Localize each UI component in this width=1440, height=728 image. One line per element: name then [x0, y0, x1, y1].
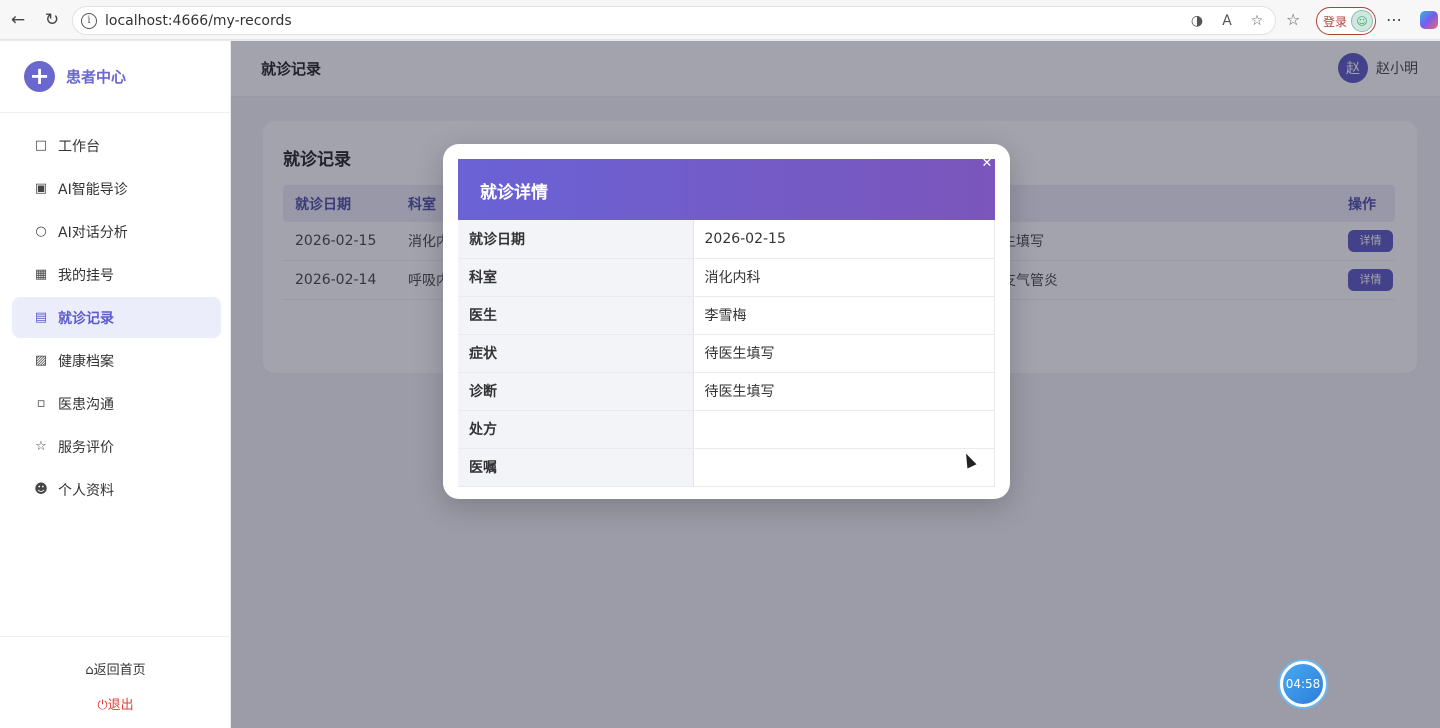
sidebar-item-label: 服务评价 — [58, 439, 114, 456]
sidebar-footer: ⌂返回首页 ⏻退出 — [0, 636, 231, 728]
document-icon: ▤ — [34, 310, 48, 325]
sidebar-item-health-file[interactable]: ▨ 健康档案 — [12, 340, 221, 381]
chart-board-icon: ▨ — [34, 353, 48, 368]
translate-icon[interactable]: ◑ — [1187, 11, 1207, 31]
detail-label: 就诊日期 — [458, 220, 694, 259]
logout-label: 退出 — [107, 698, 134, 713]
detail-value — [693, 410, 995, 449]
modal-title: 就诊详情 — [480, 183, 548, 203]
plus-logo-icon: + — [24, 61, 55, 92]
sidebar-item-profile[interactable]: ☻ 个人资料 — [12, 469, 221, 510]
detail-table: 就诊日期 2026-02-15 科室 消化内科 医生 李雪梅 症状 待医生填写 … — [458, 220, 995, 487]
sidebar-item-workbench[interactable]: □ 工作台 — [12, 125, 221, 166]
back-home-label: 返回首页 — [93, 663, 146, 678]
sidebar-item-label: 工作台 — [58, 138, 100, 155]
detail-value: 2026-02-15 — [693, 220, 995, 259]
detail-row-diagnosis: 诊断 待医生填写 — [458, 372, 995, 411]
profile-avatar: ☺ — [1351, 10, 1374, 32]
detail-row-date: 就诊日期 2026-02-15 — [458, 220, 995, 259]
sidebar-item-label: AI对话分析 — [58, 224, 128, 241]
sidebar-item-communication[interactable]: ▫ 医患沟通 — [12, 383, 221, 424]
detail-row-doctor: 医生 李雪梅 — [458, 296, 995, 335]
brand: + 患者中心 — [0, 41, 230, 113]
chat-icon: ○ — [35, 224, 47, 239]
detail-label: 医嘱 — [458, 448, 694, 487]
detail-label: 诊断 — [458, 372, 694, 411]
sidebar-item-ai-triage[interactable]: ▣ AI智能导诊 — [12, 168, 221, 209]
more-menu-icon[interactable]: ⋯ — [1386, 10, 1403, 29]
detail-value — [693, 448, 995, 487]
monitor-icon: □ — [34, 138, 48, 153]
calendar-icon: ▦ — [34, 267, 48, 282]
brand-name: 患者中心 — [66, 68, 127, 86]
sidebar-item-label: 医患沟通 — [58, 396, 114, 413]
detail-row-dept: 科室 消化内科 — [458, 258, 995, 297]
detail-label: 处方 — [458, 410, 694, 449]
sidebar-item-appointments[interactable]: ▦ 我的挂号 — [12, 254, 221, 295]
info-icon[interactable]: i — [81, 12, 97, 29]
sidebar-menu: □ 工作台 ▣ AI智能导诊 ○ AI对话分析 ▦ 我的挂号 ▤ 就诊记录 ▨ … — [0, 125, 230, 510]
back-arrow-icon[interactable]: ← — [4, 6, 32, 34]
timer-badge[interactable]: 04:58 — [1280, 661, 1326, 707]
sidebar-item-label: 个人资料 — [58, 482, 114, 499]
detail-label: 医生 — [458, 296, 694, 335]
detail-value: 消化内科 — [693, 258, 995, 297]
favorites-icon[interactable]: ☆ — [1286, 10, 1300, 29]
sidebar-item-ai-chat[interactable]: ○ AI对话分析 — [12, 211, 221, 252]
sidebar-item-label: 我的挂号 — [58, 267, 114, 284]
sidebar-item-label: 健康档案 — [58, 353, 114, 370]
record-detail-modal: 就诊详情 ✕ 就诊日期 2026-02-15 科室 消化内科 医生 李雪梅 症状… — [443, 144, 1010, 499]
sidebar-item-records[interactable]: ▤ 就诊记录 — [12, 297, 221, 338]
login-label: 登录 — [1323, 14, 1348, 29]
read-aloud-icon[interactable]: A — [1217, 11, 1237, 31]
logout-link[interactable]: ⏻退出 — [0, 694, 231, 713]
sidebar-item-label: AI智能导诊 — [58, 181, 128, 198]
detail-value: 李雪梅 — [693, 296, 995, 335]
sidebar: + 患者中心 □ 工作台 ▣ AI智能导诊 ○ AI对话分析 ▦ 我的挂号 ▤ … — [0, 41, 231, 728]
detail-row-symptoms: 症状 待医生填写 — [458, 334, 995, 373]
detail-value: 待医生填写 — [693, 372, 995, 411]
close-icon[interactable]: ✕ — [980, 157, 994, 171]
star-outline-icon[interactable]: ☆ — [1247, 11, 1267, 31]
copilot-icon[interactable] — [1420, 11, 1438, 29]
chip-icon: ▣ — [34, 181, 48, 196]
message-icon: ▫ — [36, 396, 46, 411]
detail-row-advice: 医嘱 — [458, 448, 995, 487]
detail-label: 科室 — [458, 258, 694, 297]
modal-header: 就诊详情 — [458, 159, 995, 220]
back-home-link[interactable]: ⌂返回首页 — [0, 659, 231, 678]
power-icon: ⏻ — [97, 698, 108, 713]
browser-toolbar: ← ↻ i localhost:4666/my-records ◑ A ☆ ☆ … — [0, 0, 1440, 40]
address-bar[interactable]: i localhost:4666/my-records ◑ A ☆ — [72, 6, 1276, 35]
star-icon: ☆ — [35, 439, 47, 454]
reload-icon[interactable]: ↻ — [38, 6, 66, 34]
detail-row-prescription: 处方 — [458, 410, 995, 449]
sidebar-item-rating[interactable]: ☆ 服务评价 — [12, 426, 221, 467]
profile-login-button[interactable]: 登录 ☺ — [1316, 7, 1376, 35]
detail-value: 待医生填写 — [693, 334, 995, 373]
url-text: localhost:4666/my-records — [105, 12, 292, 29]
sidebar-item-label: 就诊记录 — [58, 310, 114, 327]
user-icon: ☻ — [34, 482, 48, 497]
home-icon: ⌂ — [85, 663, 94, 678]
detail-label: 症状 — [458, 334, 694, 373]
